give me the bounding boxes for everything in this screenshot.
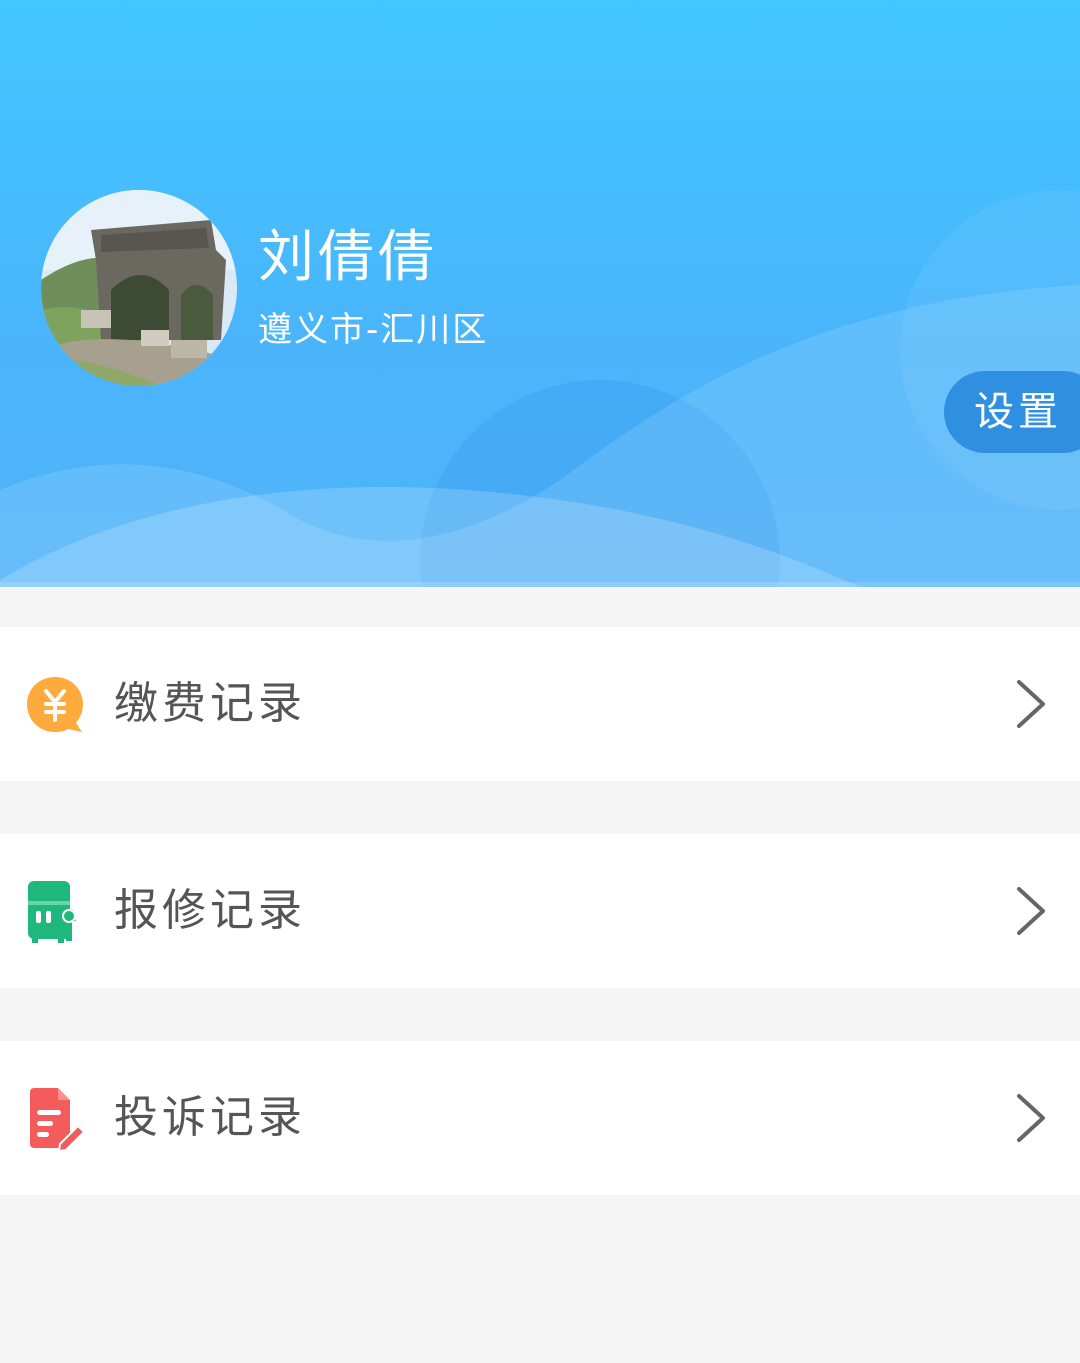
profile-header: 刘倩倩 遵义市-汇川区 设置 bbox=[0, 0, 1080, 587]
menu-item-payment-records[interactable]: 缴费记录 bbox=[0, 627, 1080, 781]
settings-button[interactable]: 设置 bbox=[944, 371, 1080, 453]
chevron-right-icon bbox=[1017, 887, 1045, 935]
menu-item-repair-records[interactable]: 报修记录 bbox=[0, 834, 1080, 988]
chevron-right-icon bbox=[1017, 680, 1045, 728]
menu-item-label: 投诉记录 bbox=[114, 1092, 306, 1143]
complaint-icon bbox=[30, 1088, 86, 1152]
chevron-right-icon bbox=[1017, 1094, 1045, 1142]
avatar[interactable] bbox=[41, 190, 237, 386]
menu-item-complaint-records[interactable]: 投诉记录 bbox=[0, 1041, 1080, 1195]
menu-item-label: 缴费记录 bbox=[114, 678, 306, 729]
user-location: 遵义市-汇川区 bbox=[258, 310, 489, 350]
avatar-photo bbox=[41, 190, 237, 386]
repair-icon bbox=[28, 881, 76, 943]
yuan-coin-icon bbox=[27, 677, 83, 732]
user-name: 刘倩倩 bbox=[258, 225, 438, 290]
menu-item-label: 报修记录 bbox=[114, 885, 306, 936]
